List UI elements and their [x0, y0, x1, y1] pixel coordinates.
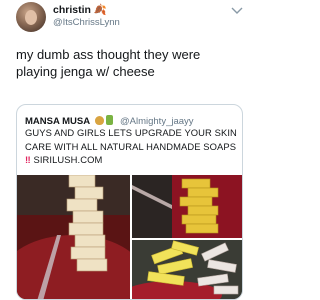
tweet-text: my dumb ass thought they were playing je…: [16, 47, 201, 79]
soap-blocks-pile-image: [132, 240, 242, 299]
quoted-text-link: SIRILUSH.COM: [33, 154, 103, 165]
author-name-text: christin: [53, 4, 91, 16]
chevron-down-icon[interactable]: [231, 6, 243, 16]
quoted-tweet-card[interactable]: MANSA MUSA @Almighty_jaayy GUYS AND GIRL…: [16, 104, 243, 300]
photo-soap-tower[interactable]: [17, 175, 130, 299]
soap-tower-image: [17, 175, 130, 299]
photo-soap-blocks-pile[interactable]: [132, 240, 242, 299]
author-handle[interactable]: @ItsChrissLynn: [53, 17, 120, 28]
quoted-tweet-header: MANSA MUSA @Almighty_jaayy: [25, 111, 237, 127]
double-exclamation-icon: ‼: [25, 154, 31, 165]
quoted-text-main: GUYS AND GIRLS LETS UPGRADE YOUR SKIN CA…: [25, 127, 237, 152]
moneybag-icon: [94, 116, 104, 125]
photo-yellow-soap-stack[interactable]: [132, 175, 242, 238]
avatar-face: [25, 10, 37, 25]
quoted-tweet-text: GUYS AND GIRLS LETS UPGRADE YOUR SKIN CA…: [25, 126, 237, 167]
avatar[interactable]: [16, 2, 46, 32]
leaf-emoji-icon: 🍂: [93, 4, 107, 16]
yellow-soap-stack-image: [132, 175, 242, 238]
bottle-icon: [105, 115, 113, 125]
author-name[interactable]: christin 🍂: [53, 3, 107, 16]
tweet-header: christin 🍂 @ItsChrissLynn: [0, 0, 257, 40]
